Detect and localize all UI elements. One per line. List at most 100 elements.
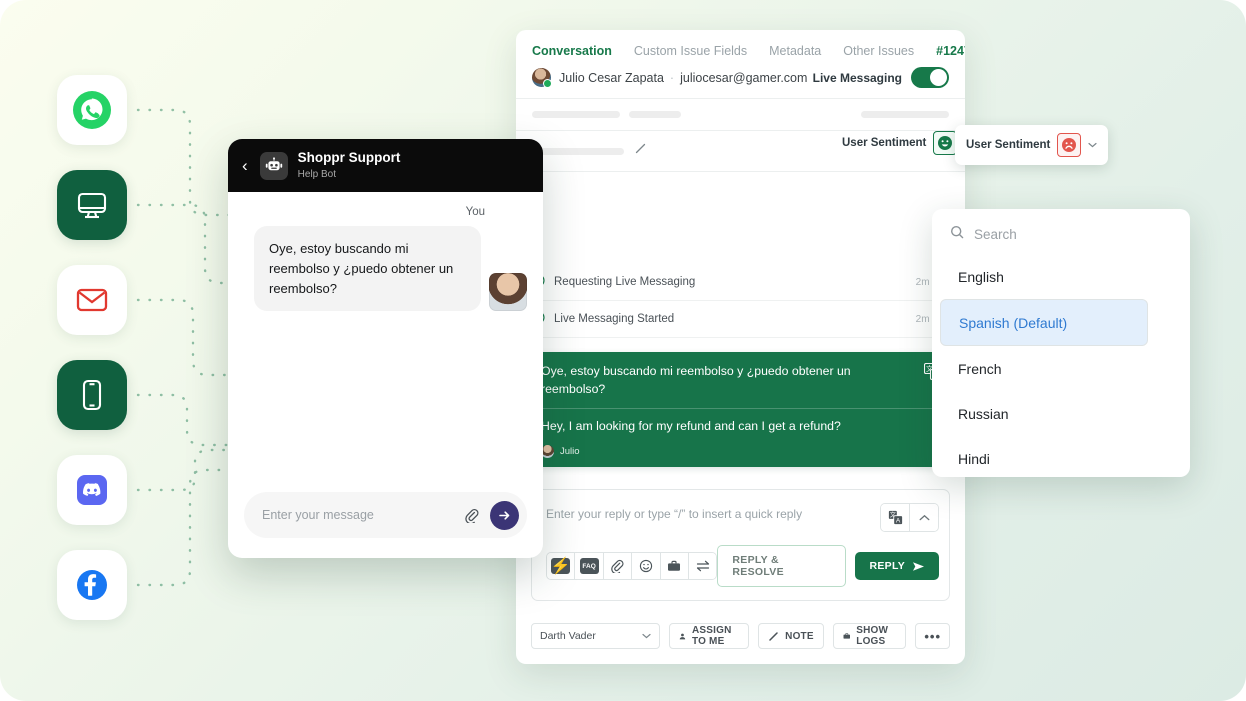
show-logs-label: SHOW LOGS — [856, 625, 896, 647]
conversation-spacer — [516, 172, 965, 264]
conversation-panel: Conversation Custom Issue Fields Metadat… — [516, 30, 965, 664]
transfer-icon[interactable] — [688, 553, 716, 579]
quick-reply-icon[interactable]: ⚡ — [547, 553, 574, 579]
event-row: Requesting Live Messaging 2m ago — [516, 264, 965, 301]
skeleton-bar — [532, 148, 624, 155]
language-option-russian[interactable]: Russian — [940, 391, 1182, 436]
note-button[interactable]: NOTE — [758, 623, 824, 649]
tab-conversation[interactable]: Conversation — [532, 44, 612, 58]
language-option-english[interactable]: English — [940, 254, 1182, 299]
live-messaging-toggle[interactable] — [911, 67, 949, 88]
discord-icon — [70, 468, 114, 512]
svg-text:A: A — [895, 518, 900, 525]
live-messaging-label: Live Messaging — [813, 71, 902, 85]
language-search-placeholder: Search — [974, 227, 1017, 242]
ticket-id: #1247879 — [936, 44, 965, 58]
tab-metadata[interactable]: Metadata — [769, 44, 821, 58]
faq-icon[interactable]: FAQ — [574, 553, 602, 579]
chevron-down-icon — [642, 630, 651, 642]
language-option-french[interactable]: French — [940, 346, 1182, 391]
online-dot — [543, 79, 552, 88]
back-icon[interactable]: ‹ — [242, 156, 248, 176]
event-text: Live Messaging Started — [554, 313, 674, 325]
channel-desktop[interactable] — [57, 170, 127, 240]
reply-input-row[interactable]: Enter your reply or type “/” to insert a… — [532, 490, 949, 545]
reply-button-label: REPLY — [869, 560, 905, 572]
attachment-icon[interactable] — [603, 553, 631, 579]
widget-title: Shoppr Support — [298, 150, 401, 166]
reply-placeholder: Enter your reply or type “/” to insert a… — [546, 503, 802, 521]
customer-message-bubble: 文 A Oye, estoy buscando mi reembolso y ¿… — [528, 352, 953, 467]
chevron-down-icon[interactable] — [1088, 140, 1097, 151]
briefcase-icon[interactable] — [660, 553, 688, 579]
attachment-icon[interactable] — [464, 508, 479, 523]
arrow-right-icon — [497, 508, 512, 523]
channel-facebook[interactable] — [57, 550, 127, 620]
divider — [541, 408, 940, 409]
facebook-icon — [70, 563, 114, 607]
widget-input-placeholder: Enter your message — [262, 508, 374, 522]
send-icon — [912, 561, 925, 572]
more-options-button[interactable]: ••• — [915, 623, 950, 649]
reply-and-resolve-button[interactable]: REPLY & RESOLVE — [717, 545, 846, 587]
widget-subtitle: Help Bot — [298, 168, 401, 181]
language-option-hindi[interactable]: Hindi — [940, 436, 1182, 477]
user-sentiment-label: User Sentiment — [842, 137, 926, 149]
assignee-select[interactable]: Darth Vader — [531, 623, 660, 649]
message-original: Oye, estoy buscando mi reembolso y ¿pued… — [541, 363, 940, 399]
skeleton-bar — [532, 111, 620, 118]
assign-to-me-button[interactable]: ASSIGN TO ME — [669, 623, 749, 649]
search-icon — [950, 225, 964, 244]
separator: · — [670, 71, 674, 85]
widget-message-bubble: Oye, estoy buscando mi reembolso y ¿pued… — [254, 226, 481, 311]
desktop-icon — [72, 185, 112, 225]
widget-send-button[interactable] — [490, 501, 519, 530]
collapse-editor-button[interactable] — [909, 504, 938, 531]
show-logs-button[interactable]: SHOW LOGS — [833, 623, 907, 649]
reply-editor: Enter your reply or type “/” to insert a… — [531, 489, 950, 601]
channel-mobile[interactable] — [57, 360, 127, 430]
widget-title-block: Shoppr Support Help Bot — [298, 150, 401, 180]
email-icon — [70, 278, 114, 322]
language-option-spanish[interactable]: Spanish (Default) — [940, 299, 1148, 346]
whatsapp-icon — [69, 87, 115, 133]
message-author: Julio — [541, 445, 940, 458]
author-name: Julio — [560, 446, 580, 457]
smiley-sad-icon — [1057, 133, 1081, 157]
user-sentiment-negative[interactable]: User Sentiment — [955, 125, 1108, 165]
briefcase-icon — [843, 631, 851, 641]
conversation-tabs: Conversation Custom Issue Fields Metadat… — [516, 30, 965, 58]
editor-right-buttons: 文 A — [880, 503, 939, 532]
avatar — [532, 68, 551, 87]
language-dropdown: Search English Spanish (Default) French … — [932, 209, 1190, 477]
assign-to-me-label: ASSIGN TO ME — [692, 625, 739, 647]
emoji-icon[interactable] — [631, 553, 659, 579]
translate-toggle-button[interactable]: 文 A — [881, 504, 909, 531]
widget-header: ‹ Shoppr Support Help Bot — [228, 139, 543, 192]
channel-email[interactable] — [57, 265, 127, 335]
robot-icon — [260, 152, 288, 180]
message-translated: Hey, I am looking for my refund and can … — [541, 418, 940, 436]
assignee-value: Darth Vader — [540, 630, 596, 642]
user-email[interactable]: juliocesar@gamer.com — [680, 71, 807, 85]
tab-other-issues[interactable]: Other Issues — [843, 44, 914, 58]
channel-discord[interactable] — [57, 455, 127, 525]
skeleton-row-1 — [516, 99, 965, 131]
reply-button[interactable]: REPLY — [855, 552, 939, 580]
widget-message-input[interactable]: Enter your message — [244, 492, 527, 538]
user-sentiment-label: User Sentiment — [966, 139, 1050, 151]
language-search-row[interactable]: Search — [932, 209, 1190, 254]
smiley-happy-icon — [933, 131, 957, 155]
event-row: Live Messaging Started 2m ago — [516, 301, 965, 338]
channel-whatsapp[interactable] — [57, 75, 127, 145]
widget-user-avatar — [489, 273, 527, 311]
editor-toolbar: ⚡ FAQ REPLY & RESOLVE — [532, 545, 949, 600]
channel-rail — [57, 75, 129, 645]
user-sentiment-positive[interactable]: User Sentiment — [842, 131, 973, 155]
edit-pencil-icon[interactable] — [634, 142, 647, 160]
tab-custom-issue-fields[interactable]: Custom Issue Fields — [634, 44, 747, 58]
user-row: Julio Cesar Zapata · juliocesar@gamer.co… — [516, 58, 965, 99]
event-text: Requesting Live Messaging — [554, 276, 695, 288]
widget-message-row: Oye, estoy buscando mi reembolso y ¿pued… — [244, 226, 527, 311]
mobile-icon — [72, 375, 112, 415]
